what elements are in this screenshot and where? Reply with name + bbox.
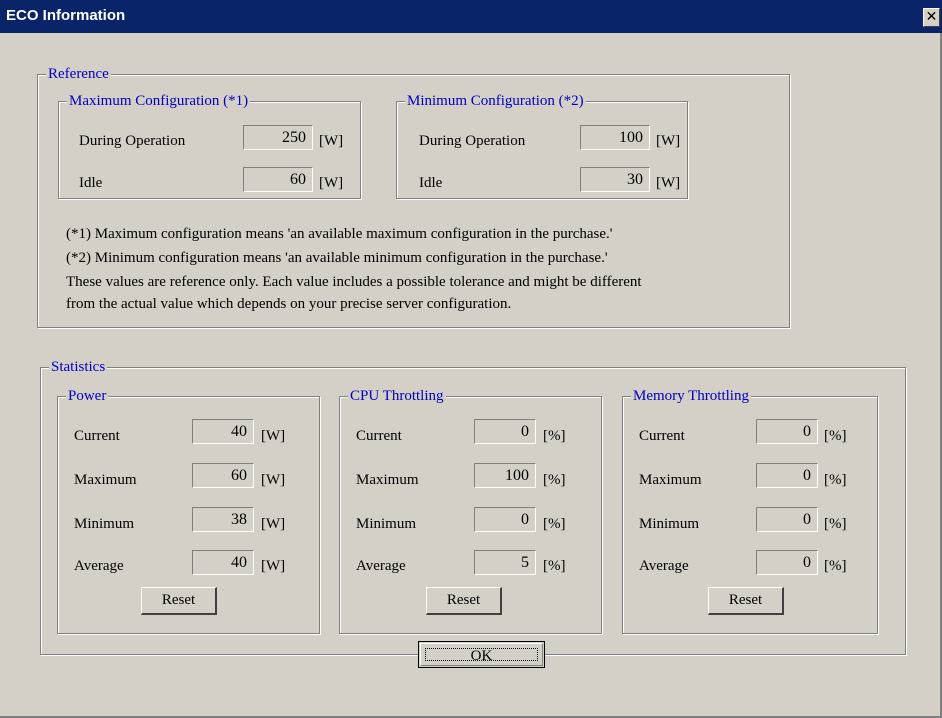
max-idle-label: Idle bbox=[79, 175, 103, 191]
memory-current-label: Current bbox=[639, 428, 685, 444]
min-idle-label: Idle bbox=[419, 175, 443, 191]
min-operation-value: 100 bbox=[580, 125, 650, 150]
memory-average-value: 0 bbox=[756, 550, 818, 575]
memory-maximum-label: Maximum bbox=[639, 472, 702, 488]
memory-minimum-label: Minimum bbox=[639, 516, 700, 532]
cpu-average-value: 5 bbox=[474, 550, 536, 575]
dialog-body: Reference Maximum Configuration (*1) Dur… bbox=[0, 33, 942, 718]
cpu-minimum-value: 0 bbox=[474, 507, 536, 532]
power-minimum-value: 38 bbox=[192, 507, 254, 532]
cpu-throttling-legend: CPU Throttling bbox=[348, 387, 446, 405]
reference-group: Reference Maximum Configuration (*1) Dur… bbox=[37, 65, 790, 328]
cpu-maximum-value: 100 bbox=[474, 463, 536, 488]
ok-button-face: OK bbox=[420, 643, 543, 666]
memory-throttling-group: Memory Throttling Current 0 [%] Maximum … bbox=[622, 387, 878, 634]
power-group: Power Current 40 [W] Maximum 60 [W] Mini… bbox=[57, 387, 320, 634]
note-line-3: These values are reference only. Each va… bbox=[66, 274, 642, 290]
max-idle-value: 60 bbox=[243, 167, 313, 192]
max-operation-label: During Operation bbox=[79, 133, 186, 149]
power-average-unit: [W] bbox=[261, 558, 286, 574]
power-current-label: Current bbox=[74, 428, 120, 444]
max-idle-unit: [W] bbox=[319, 175, 344, 191]
memory-minimum-value: 0 bbox=[756, 507, 818, 532]
min-idle-unit: [W] bbox=[656, 175, 681, 191]
min-idle-value: 30 bbox=[580, 167, 650, 192]
note-line-1: (*1) Maximum configuration means 'an ava… bbox=[66, 226, 613, 242]
statistics-legend: Statistics bbox=[49, 358, 108, 376]
cpu-average-unit: [%] bbox=[543, 558, 566, 574]
power-current-value: 40 bbox=[192, 419, 254, 444]
cpu-minimum-unit: [%] bbox=[543, 516, 566, 532]
power-average-value: 40 bbox=[192, 550, 254, 575]
cpu-maximum-label: Maximum bbox=[356, 472, 419, 488]
memory-average-unit: [%] bbox=[824, 558, 847, 574]
memory-current-value: 0 bbox=[756, 419, 818, 444]
cpu-current-value: 0 bbox=[474, 419, 536, 444]
close-icon[interactable]: ✕ bbox=[923, 8, 940, 27]
power-current-unit: [W] bbox=[261, 428, 286, 444]
power-minimum-unit: [W] bbox=[261, 516, 286, 532]
power-reset-button[interactable]: Reset bbox=[141, 587, 217, 615]
min-config-legend: Minimum Configuration (*2) bbox=[405, 92, 586, 110]
title-bar: ECO Information ✕ bbox=[0, 0, 942, 33]
ok-button[interactable]: OK bbox=[418, 641, 545, 668]
cpu-current-unit: [%] bbox=[543, 428, 566, 444]
memory-maximum-value: 0 bbox=[756, 463, 818, 488]
window-title: ECO Information bbox=[6, 7, 126, 24]
cpu-minimum-label: Minimum bbox=[356, 516, 417, 532]
power-maximum-unit: [W] bbox=[261, 472, 286, 488]
ok-button-label: OK bbox=[425, 648, 538, 664]
max-operation-value: 250 bbox=[243, 125, 313, 150]
power-legend: Power bbox=[66, 387, 109, 405]
min-config-group: Minimum Configuration (*2) During Operat… bbox=[396, 92, 688, 199]
cpu-average-label: Average bbox=[356, 558, 406, 574]
max-config-group: Maximum Configuration (*1) During Operat… bbox=[58, 92, 361, 199]
cpu-throttling-group: CPU Throttling Current 0 [%] Maximum 100… bbox=[339, 387, 602, 634]
note-line-2: (*2) Minimum configuration means 'an ava… bbox=[66, 250, 608, 266]
memory-throttling-legend: Memory Throttling bbox=[631, 387, 751, 405]
cpu-current-label: Current bbox=[356, 428, 402, 444]
memory-minimum-unit: [%] bbox=[824, 516, 847, 532]
memory-maximum-unit: [%] bbox=[824, 472, 847, 488]
reference-legend: Reference bbox=[46, 65, 111, 83]
min-operation-label: During Operation bbox=[419, 133, 526, 149]
power-average-label: Average bbox=[74, 558, 124, 574]
memory-current-unit: [%] bbox=[824, 428, 847, 444]
max-operation-unit: [W] bbox=[319, 133, 344, 149]
power-minimum-label: Minimum bbox=[74, 516, 135, 532]
memory-average-label: Average bbox=[639, 558, 689, 574]
cpu-maximum-unit: [%] bbox=[543, 472, 566, 488]
max-config-legend: Maximum Configuration (*1) bbox=[67, 92, 251, 110]
note-line-4: from the actual value which depends on y… bbox=[66, 296, 512, 312]
memory-reset-button[interactable]: Reset bbox=[708, 587, 784, 615]
power-maximum-value: 60 bbox=[192, 463, 254, 488]
statistics-group: Statistics Power Current 40 [W] Maximum … bbox=[40, 358, 906, 655]
cpu-reset-button[interactable]: Reset bbox=[426, 587, 502, 615]
power-maximum-label: Maximum bbox=[74, 472, 137, 488]
min-operation-unit: [W] bbox=[656, 133, 681, 149]
